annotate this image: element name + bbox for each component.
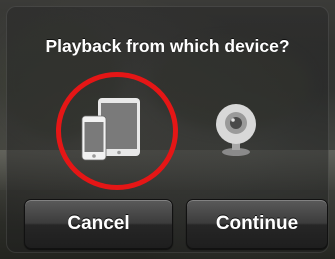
device-option-webcam[interactable]	[204, 90, 278, 164]
continue-button-label: Continue	[215, 213, 299, 234]
device-option-ios[interactable]	[56, 72, 178, 190]
selection-highlight-ring	[56, 72, 178, 190]
cancel-button[interactable]: Cancel	[24, 199, 173, 249]
dialog-title: Playback from which device?	[45, 36, 290, 56]
continue-button[interactable]: Continue	[186, 199, 328, 249]
background-scene: Playback from which device? Cancel Conti…	[0, 0, 335, 259]
cancel-button-label: Cancel	[67, 213, 130, 234]
device-picker-dialog: Playback from which device? Cancel Conti…	[6, 6, 329, 253]
webcam-icon	[216, 104, 256, 156]
